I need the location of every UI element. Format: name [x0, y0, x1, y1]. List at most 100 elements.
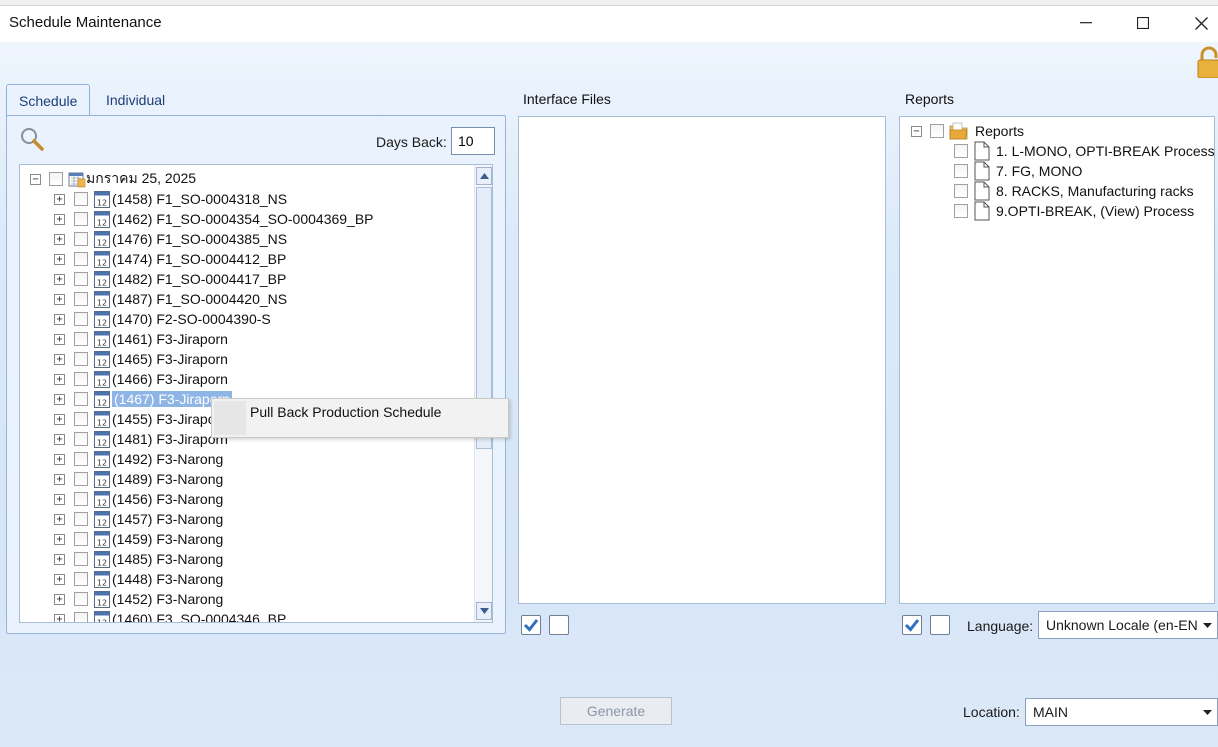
report-item[interactable]: 8. RACKS, Manufacturing racks	[954, 181, 1194, 201]
collapse-icon[interactable]: −	[30, 173, 41, 185]
interface-select-all-checkbox[interactable]	[521, 615, 541, 635]
item-checkbox[interactable]	[74, 532, 88, 546]
report-checkbox[interactable]	[954, 144, 968, 158]
report-item[interactable]: 7. FG, MONO	[954, 161, 1082, 181]
minimize-button[interactable]	[1063, 6, 1109, 40]
tree-item[interactable]: +12 (1485) F3-Narong	[54, 549, 223, 569]
tree-item[interactable]: +12 (1476) F1_SO-0004385_NS	[54, 229, 287, 249]
report-checkbox[interactable]	[954, 164, 968, 178]
reports-root[interactable]: − Reports	[911, 121, 1024, 141]
lock-icon[interactable]	[1196, 46, 1218, 79]
location-select[interactable]: MAIN	[1025, 698, 1218, 726]
schedule-tree[interactable]: − มกราคม 25, 2025 +12 (1458) F1_SO-000431…	[19, 164, 493, 623]
chevron-down-icon[interactable]	[1197, 612, 1217, 638]
tree-scrollbar[interactable]	[474, 165, 492, 622]
collapse-icon[interactable]: −	[911, 125, 922, 137]
tree-root[interactable]: − มกราคม 25, 2025	[30, 169, 196, 189]
tree-item[interactable]: +12 (1474) F1_SO-0004412_BP	[54, 249, 286, 269]
item-checkbox[interactable]	[74, 592, 88, 606]
item-checkbox[interactable]	[74, 452, 88, 466]
expand-icon[interactable]: +	[54, 573, 65, 585]
item-checkbox[interactable]	[74, 212, 88, 226]
generate-button[interactable]: Generate	[560, 697, 672, 725]
tree-item[interactable]: +12 (1448) F3-Narong	[54, 569, 223, 589]
expand-icon[interactable]: +	[54, 193, 65, 205]
days-back-input[interactable]	[451, 127, 495, 155]
expand-icon[interactable]: +	[54, 473, 65, 485]
expand-icon[interactable]: +	[54, 413, 65, 425]
item-checkbox[interactable]	[74, 232, 88, 246]
tree-item[interactable]: +12 (1460) F3_SO-0004346_BP	[54, 609, 286, 622]
tree-item[interactable]: +12 (1456) F3-Narong	[54, 489, 223, 509]
expand-icon[interactable]: +	[54, 553, 65, 565]
item-checkbox[interactable]	[74, 472, 88, 486]
report-checkbox[interactable]	[954, 204, 968, 218]
tree-item[interactable]: +12 (1461) F3-Jiraporn	[54, 329, 228, 349]
interface-files-list[interactable]	[518, 116, 886, 604]
tab-schedule[interactable]: Schedule	[6, 84, 91, 116]
root-checkbox[interactable]	[49, 172, 63, 186]
search-icon[interactable]	[19, 126, 45, 152]
context-menu-item-pull-back[interactable]: Pull Back Production Schedule	[250, 404, 441, 420]
tree-item[interactable]: +12 (1470) F2-SO-0004390-S	[54, 309, 271, 329]
maximize-button[interactable]	[1120, 6, 1166, 40]
reports-tree[interactable]: − Reports 1. L-MONO, OPTI-BREAK Process 7…	[899, 116, 1215, 604]
reports-root-checkbox[interactable]	[930, 124, 944, 138]
item-checkbox[interactable]	[74, 572, 88, 586]
tree-item[interactable]: +12 (1466) F3-Jiraporn	[54, 369, 228, 389]
expand-icon[interactable]: +	[54, 253, 65, 265]
expand-icon[interactable]: +	[54, 593, 65, 605]
reports-select-all-checkbox[interactable]	[902, 615, 922, 635]
expand-icon[interactable]: +	[54, 213, 65, 225]
tree-item[interactable]: +12 (1465) F3-Jiraporn	[54, 349, 228, 369]
tab-individual[interactable]: Individual	[94, 84, 177, 116]
report-item[interactable]: 9.OPTI-BREAK, (View) Process	[954, 201, 1194, 221]
tree-item[interactable]: +12 (1458) F1_SO-0004318_NS	[54, 189, 287, 209]
expand-icon[interactable]: +	[54, 433, 65, 445]
item-checkbox[interactable]	[74, 392, 88, 406]
item-checkbox[interactable]	[74, 332, 88, 346]
expand-icon[interactable]: +	[54, 493, 65, 505]
report-item[interactable]: 1. L-MONO, OPTI-BREAK Process	[954, 141, 1215, 161]
expand-icon[interactable]: +	[54, 273, 65, 285]
expand-icon[interactable]: +	[54, 353, 65, 365]
interface-clear-all-checkbox[interactable]	[549, 615, 569, 635]
tree-item[interactable]: +12 (1487) F1_SO-0004420_NS	[54, 289, 287, 309]
item-checkbox[interactable]	[74, 352, 88, 366]
tree-item[interactable]: +12 (1482) F1_SO-0004417_BP	[54, 269, 286, 289]
scroll-up-button[interactable]	[476, 167, 492, 185]
item-checkbox[interactable]	[74, 432, 88, 446]
expand-icon[interactable]: +	[54, 233, 65, 245]
tree-item[interactable]: +12 (1452) F3-Narong	[54, 589, 223, 609]
expand-icon[interactable]: +	[54, 393, 65, 405]
item-checkbox[interactable]	[74, 272, 88, 286]
report-checkbox[interactable]	[954, 184, 968, 198]
expand-icon[interactable]: +	[54, 453, 65, 465]
item-checkbox[interactable]	[74, 412, 88, 426]
expand-icon[interactable]: +	[54, 293, 65, 305]
language-select[interactable]: Unknown Locale (en-EN	[1038, 611, 1218, 639]
close-button[interactable]	[1178, 6, 1218, 40]
expand-icon[interactable]: +	[54, 313, 65, 325]
chevron-down-icon[interactable]	[1197, 699, 1217, 725]
tree-item[interactable]: +12 (1459) F3-Narong	[54, 529, 223, 549]
expand-icon[interactable]: +	[54, 373, 65, 385]
tree-item[interactable]: +12 (1492) F3-Narong	[54, 449, 223, 469]
item-checkbox[interactable]	[74, 552, 88, 566]
tree-item[interactable]: +12 (1467) F3-Jiraporn	[54, 389, 232, 409]
item-checkbox[interactable]	[74, 312, 88, 326]
item-checkbox[interactable]	[74, 192, 88, 206]
tree-item[interactable]: +12 (1457) F3-Narong	[54, 509, 223, 529]
item-checkbox[interactable]	[74, 612, 88, 622]
item-checkbox[interactable]	[74, 372, 88, 386]
expand-icon[interactable]: +	[54, 533, 65, 545]
reports-clear-all-checkbox[interactable]	[930, 615, 950, 635]
item-checkbox[interactable]	[74, 292, 88, 306]
expand-icon[interactable]: +	[54, 333, 65, 345]
tree-item[interactable]: +12 (1481) F3-Jiraporn	[54, 429, 228, 449]
expand-icon[interactable]: +	[54, 513, 65, 525]
item-checkbox[interactable]	[74, 512, 88, 526]
tree-item[interactable]: +12 (1489) F3-Narong	[54, 469, 223, 489]
tree-item[interactable]: +12 (1455) F3-Jiraporn	[54, 409, 228, 429]
scroll-down-button[interactable]	[476, 602, 492, 620]
